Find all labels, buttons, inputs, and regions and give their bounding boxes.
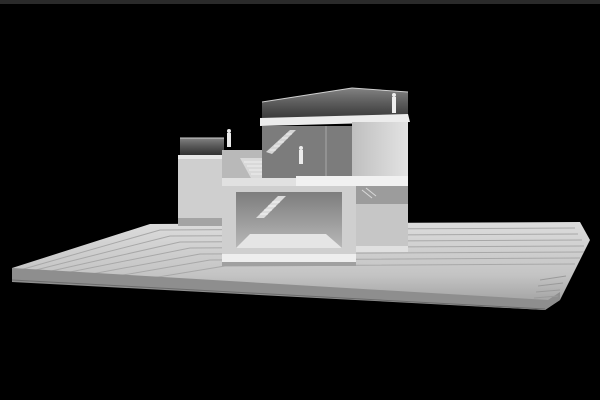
right-wing: [356, 186, 408, 252]
lower-volume: [222, 186, 356, 266]
photo-scene: [0, 0, 600, 400]
human-figure: [392, 93, 396, 113]
window-top-bar: [0, 0, 600, 4]
left-volume: [178, 137, 226, 226]
architectural-model: [11, 87, 590, 310]
human-figure: [299, 146, 303, 164]
human-figure: [227, 129, 231, 147]
upper-volume: [260, 87, 410, 186]
